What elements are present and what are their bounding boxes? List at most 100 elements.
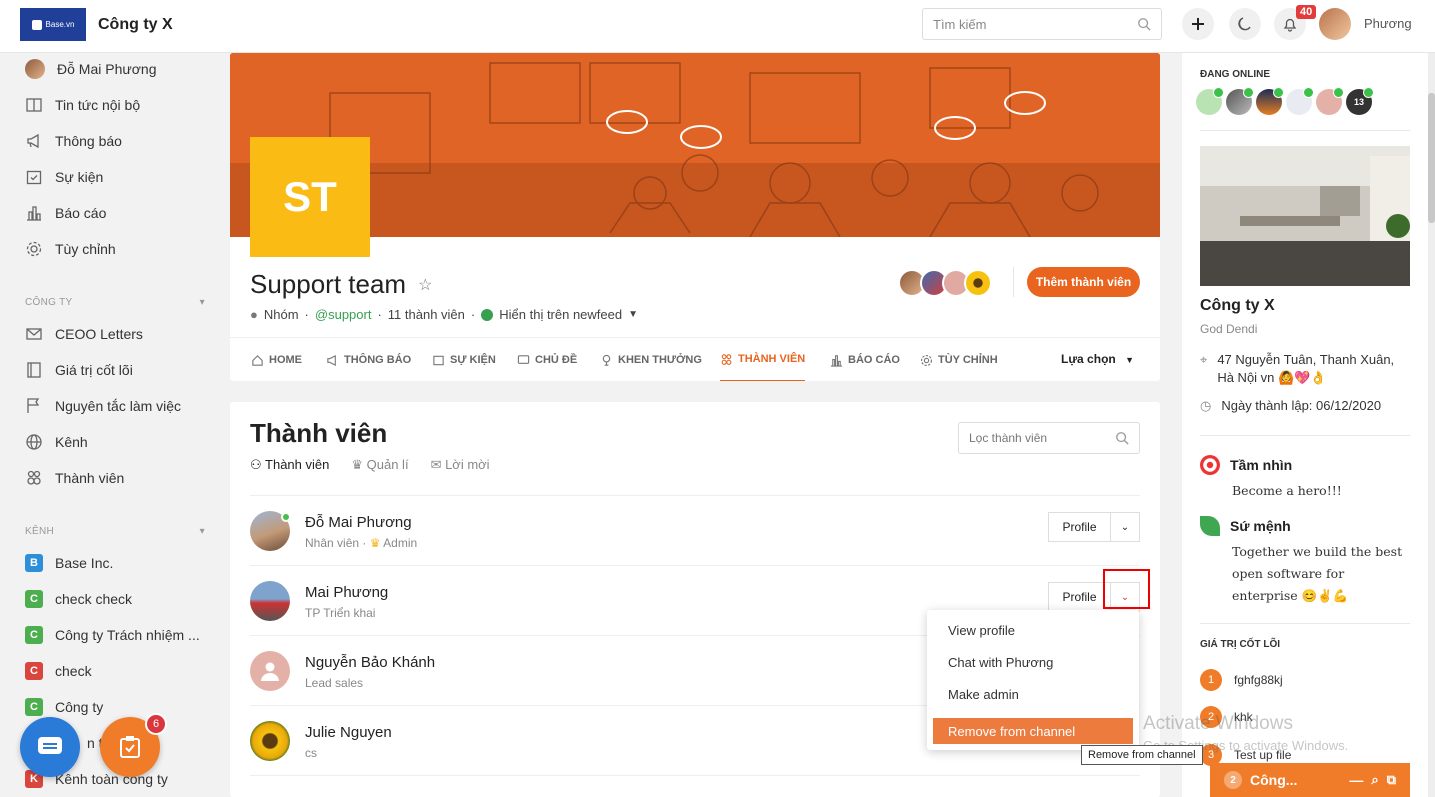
avatar[interactable] — [1316, 87, 1344, 115]
avatar[interactable] — [1256, 87, 1284, 115]
sidebar-channel-item[interactable]: C Công ty — [25, 696, 215, 718]
calendar-icon — [433, 355, 444, 365]
minimize-icon[interactable]: — — [1349, 772, 1363, 788]
sidebar-item-reports[interactable]: Báo cáo — [25, 202, 215, 224]
group-handle[interactable]: @support — [315, 307, 372, 322]
member-actions-button[interactable]: ⌄ — [1110, 512, 1140, 542]
add-member-button[interactable]: Thêm thành viên — [1027, 267, 1140, 297]
options-dropdown[interactable]: Lựa chọn ▼ — [1061, 352, 1134, 366]
dark-mode-button[interactable] — [1229, 8, 1261, 40]
tab-members[interactable]: THÀNH VIÊN — [720, 338, 806, 381]
menu-item-remove-from-channel[interactable]: Remove from channel — [933, 718, 1133, 744]
sidebar-item-ceo-letters[interactable]: CEOO Letters — [25, 323, 215, 345]
crown-icon: ♛ — [369, 536, 384, 550]
tab-home[interactable]: HOME — [251, 338, 302, 381]
company-name[interactable]: Công ty X — [1200, 297, 1275, 315]
sidebar-item-channels[interactable]: Kênh — [25, 431, 215, 453]
tab-settings[interactable]: TÙY CHỈNH — [920, 338, 998, 381]
external-link-icon[interactable]: ⧉ — [1387, 772, 1396, 788]
company-subtitle: God Dendi — [1200, 322, 1258, 336]
tab-rewards[interactable]: KHEN THƯỞNG — [600, 338, 702, 381]
gear-icon — [26, 241, 42, 257]
tab-events[interactable]: SỰ KIỆN — [432, 338, 496, 381]
chat-minibar[interactable]: 2 Công... — ⌕ ⧉ — [1210, 763, 1410, 797]
sidebar-item-settings[interactable]: Tùy chỉnh — [25, 238, 215, 260]
member-avatar[interactable] — [250, 581, 290, 621]
company-logo[interactable]: Base.vn — [20, 8, 86, 41]
row-divider — [250, 775, 1140, 776]
channel-section-header[interactable]: KÊNH ▾ — [25, 526, 205, 537]
member-filter-input[interactable]: Lọc thành viên — [958, 422, 1140, 454]
group-meta: ● Nhóm · @support · 11 thành viên · Hiển th… — [250, 307, 638, 322]
sidebar-item-profile[interactable]: Đỗ Mai Phương — [25, 58, 215, 80]
caret-down-icon[interactable]: ▼ — [628, 309, 638, 320]
clock-icon: ◷ — [1200, 398, 1212, 413]
user-name[interactable]: Phương — [1364, 16, 1412, 31]
profile-button[interactable]: Profile — [1048, 512, 1110, 542]
avatar[interactable] — [1286, 87, 1314, 115]
more-online-count[interactable]: 13 — [1346, 87, 1374, 115]
subtab-label: Quản lí — [366, 457, 409, 472]
sidebar-item-news[interactable]: Tin tức nội bộ — [25, 94, 215, 116]
tab-label: KHEN THƯỞNG — [618, 354, 702, 366]
member-name[interactable]: Mai Phương — [305, 584, 388, 601]
avatar[interactable] — [1226, 87, 1254, 115]
sidebar-channel-item[interactable]: C Công ty Trách nhiệm ... — [25, 624, 215, 646]
divider — [1200, 435, 1410, 436]
sidebar-label: Báo cáo — [55, 205, 107, 221]
tab-reports[interactable]: BÁO CÁO — [830, 338, 900, 381]
visibility-toggle[interactable]: Hiển thị trên newfeed — [499, 307, 622, 322]
tab-label: CHỦ ĐỀ — [535, 354, 578, 366]
user-avatar[interactable] — [1319, 8, 1351, 40]
company-name[interactable]: Công ty X — [98, 16, 173, 34]
menu-item-chat[interactable]: Chat with Phương — [948, 655, 1053, 670]
subtab-label: Lời mời — [445, 457, 490, 472]
star-icon[interactable]: ☆ — [418, 275, 432, 295]
tab-topics[interactable]: CHỦ ĐỀ — [517, 338, 577, 381]
core-value-item[interactable]: 1 fghfg88kj — [1200, 669, 1283, 691]
moon-icon — [1238, 17, 1251, 31]
sidebar-item-members[interactable]: Thành viên — [25, 467, 215, 489]
search-input[interactable]: Tìm kiếm — [922, 8, 1162, 40]
profile-avatar — [25, 59, 45, 79]
member-name[interactable]: Nguyễn Bảo Khánh — [305, 654, 435, 671]
company-section-header[interactable]: CÔNG TY ▾ — [25, 297, 205, 308]
tab-announcements[interactable]: THÔNG BÁO — [326, 338, 411, 381]
sidebar-item-announcements[interactable]: Thông báo — [25, 130, 215, 152]
subtab-members[interactable]: ⚇ Thành viên — [250, 457, 329, 473]
divider — [1200, 623, 1410, 624]
sidebar-label: Nguyên tắc làm việc — [55, 398, 182, 414]
chat-launcher-button[interactable] — [20, 717, 80, 777]
menu-item-make-admin[interactable]: Make admin — [948, 687, 1019, 702]
sidebar-item-events[interactable]: Sự kiện — [25, 166, 215, 188]
search-icon — [1116, 432, 1129, 445]
sidebar-channel-item[interactable]: B Base Inc. — [25, 552, 215, 574]
search-icon[interactable]: ⌕ — [1371, 772, 1378, 788]
megaphone-icon — [327, 354, 336, 366]
member-avatars[interactable] — [898, 269, 992, 297]
member-avatar[interactable] — [250, 651, 290, 691]
subtab-managers[interactable]: ♛ Quản lí — [351, 457, 408, 473]
member-name[interactable]: Đỗ Mai Phương — [305, 514, 412, 531]
sidebar-channel-item[interactable]: Ccheck — [25, 660, 215, 682]
report-icon — [830, 354, 843, 367]
group-title-text: Support team — [250, 269, 407, 299]
avatar[interactable] — [1196, 87, 1224, 115]
add-button[interactable] — [1182, 8, 1214, 40]
sidebar-label: Công ty Trách nhiệm ... — [55, 627, 200, 643]
sidebar-item-work-principles[interactable]: Nguyên tắc làm việc — [25, 395, 215, 417]
profile-button[interactable]: Profile — [1048, 582, 1110, 612]
member-name[interactable]: Julie Nguyen — [305, 724, 392, 741]
member-avatar[interactable] — [250, 721, 290, 761]
group-avatar[interactable]: ST — [250, 137, 370, 257]
subtab-invitations[interactable]: ✉ Lời mời — [431, 457, 490, 473]
sidebar-label: check — [55, 663, 92, 679]
left-sidebar: Đỗ Mai Phương Tin tức nội bộ Thông báo S… — [0, 53, 218, 797]
sidebar-item-core-values[interactable]: Giá trị cốt lõi — [25, 359, 215, 381]
menu-item-view-profile[interactable]: View profile — [948, 623, 1015, 638]
clipboard-check-icon — [120, 736, 140, 758]
scrollbar-thumb[interactable] — [1428, 93, 1435, 223]
home-icon — [252, 354, 263, 366]
page-scrollbar[interactable] — [1428, 53, 1435, 797]
sidebar-channel-item[interactable]: Ccheck check — [25, 588, 215, 610]
